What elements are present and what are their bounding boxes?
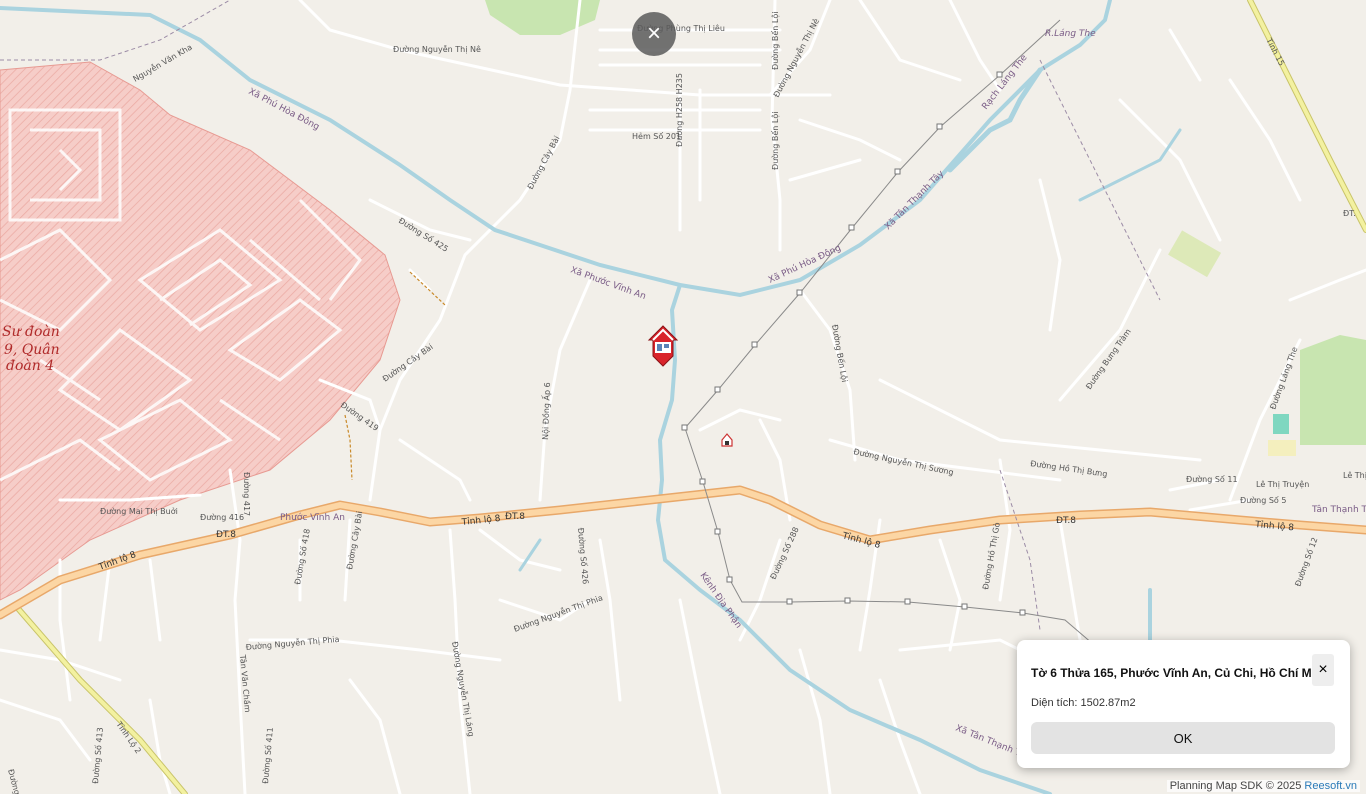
label: R.Láng The bbox=[1045, 29, 1096, 39]
label: Đường Số 11 bbox=[1186, 474, 1238, 484]
attribution-text: Planning Map SDK © 2025 bbox=[1169, 780, 1305, 792]
label: ĐT.8 bbox=[505, 512, 525, 522]
label: Đường 416 bbox=[200, 512, 244, 522]
label: Đường Bến Lội bbox=[770, 112, 780, 170]
ok-button[interactable]: OK bbox=[1031, 722, 1335, 754]
area-label: Diện tích: bbox=[1031, 697, 1078, 709]
svg-text:9, Quân: 9, Quân bbox=[4, 342, 60, 358]
svg-text:đoàn 4: đoàn 4 bbox=[6, 358, 54, 374]
popup-area-row: Diện tích: 1502.87m2 bbox=[1031, 697, 1136, 709]
svg-text:Sư đoàn: Sư đoàn bbox=[2, 324, 60, 340]
label: Đường Số 5 bbox=[1240, 495, 1286, 505]
area-value: 1502.87m2 bbox=[1080, 697, 1136, 709]
label: Đường H258 H235 bbox=[674, 73, 684, 147]
label: ĐT.8 bbox=[216, 530, 236, 540]
close-icon: × bbox=[646, 20, 661, 47]
attribution-link[interactable]: Reesoft.vn bbox=[1304, 780, 1357, 792]
label: Đường Bến Lội bbox=[770, 12, 780, 70]
label: Tân Thạnh Tây bbox=[1311, 505, 1366, 515]
military-area-label: Sư đoàn 9, Quân đoàn 4 bbox=[2, 324, 60, 374]
parcel-info-popup: Tờ 6 Thửa 165, Phước Vĩnh An, Củ Chi, Hồ… bbox=[1017, 640, 1350, 768]
label: ĐT.8 bbox=[1056, 516, 1076, 526]
label: Hẻm Số 201 bbox=[632, 131, 681, 141]
map-attribution: Planning Map SDK © 2025 Reesoft.vn bbox=[1166, 780, 1360, 792]
label: ĐT. bbox=[1343, 209, 1356, 218]
popup-close-button[interactable]: × bbox=[1312, 654, 1334, 686]
label: Đường 417 bbox=[242, 472, 252, 516]
label: Đường Mai Thị Buởi bbox=[100, 506, 178, 517]
label: Phước Vĩnh An bbox=[280, 512, 345, 523]
label: Lê Thị Truyện bbox=[1256, 479, 1309, 490]
building-yellow bbox=[1268, 440, 1296, 456]
park-right bbox=[1300, 335, 1366, 445]
pool bbox=[1273, 414, 1289, 434]
label: Lê Thị bbox=[1343, 470, 1366, 481]
close-icon: × bbox=[1318, 661, 1328, 678]
close-map-button[interactable]: × bbox=[632, 12, 676, 56]
label: Đường Nguyễn Thị Nê bbox=[393, 44, 481, 55]
popup-title: Tờ 6 Thửa 165, Phước Vĩnh An, Củ Chi, Hồ… bbox=[1031, 666, 1330, 680]
